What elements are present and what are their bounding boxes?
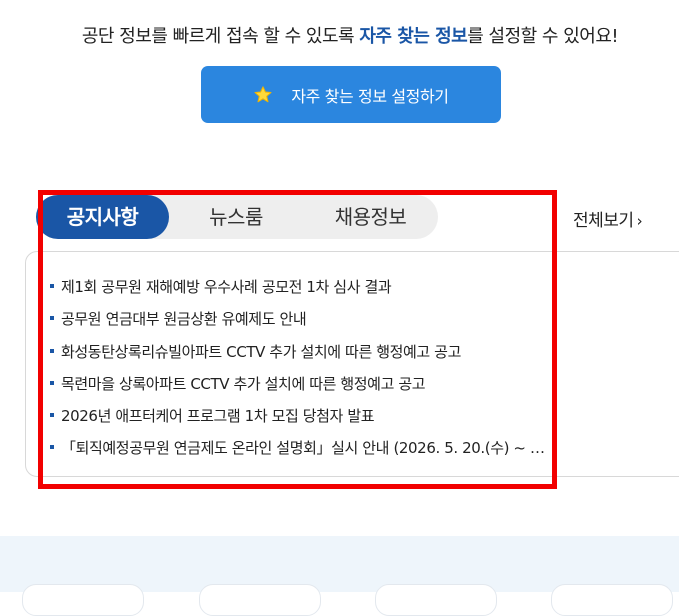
intro-prefix: 공단 정보를 빠르게 접속 할 수 있도록 xyxy=(81,26,360,47)
board-tabs: 공지사항 뉴스룸 채용정보 xyxy=(36,195,438,239)
notice-title: 공무원 연금대부 원금상환 유예제도 안내 xyxy=(61,310,307,329)
view-all-link[interactable]: 전체보기 › xyxy=(573,206,643,231)
intro-suffix: 를 설정할 수 있어요! xyxy=(467,26,619,47)
notice-list: 제1회 공무원 재해예방 우수사례 공모전 1차 심사 결과 공무원 연금대부 … xyxy=(50,275,641,469)
quick-card[interactable] xyxy=(22,584,144,616)
quick-card[interactable] xyxy=(551,584,673,616)
notice-title: 목련마을 상록아파트 CCTV 추가 설치에 따른 행정예고 공고 xyxy=(61,374,426,393)
chevron-right-icon: › xyxy=(636,212,643,230)
notice-item[interactable]: 제1회 공무원 재해예방 우수사례 공모전 1차 심사 결과 xyxy=(50,275,641,307)
bullet-icon xyxy=(50,348,54,353)
quick-card[interactable] xyxy=(199,584,321,616)
notice-item[interactable]: 공무원 연금대부 원금상환 유예제도 안내 xyxy=(50,307,641,339)
favorites-settings-button[interactable]: 자주 찾는 정보 설정하기 xyxy=(201,66,501,123)
notice-title: 「퇴직예정공무원 연금제도 온라인 설명회」실시 안내 (2026. 5. 20… xyxy=(61,439,545,458)
notice-item[interactable]: 「퇴직예정공무원 연금제도 온라인 설명회」실시 안내 (2026. 5. 20… xyxy=(50,436,641,468)
notice-title: 제1회 공무원 재해예방 우수사례 공모전 1차 심사 결과 xyxy=(61,278,392,296)
quick-card[interactable] xyxy=(375,584,497,616)
favorites-settings-label: 자주 찾는 정보 설정하기 xyxy=(291,86,449,106)
notice-item[interactable]: 2026년 애프터케어 프로그램 1차 모집 당첨자 발표 xyxy=(50,404,641,436)
bullet-icon xyxy=(50,284,54,288)
view-all-label: 전체보기 xyxy=(573,211,634,231)
bullet-icon xyxy=(50,316,54,321)
intro-text: 공단 정보를 빠르게 접속 할 수 있도록 자주 찾는 정보를 설정할 수 있어… xyxy=(0,22,679,48)
bullet-icon xyxy=(50,380,54,385)
bullet-icon xyxy=(50,445,54,450)
tab-newsroom[interactable]: 뉴스룸 xyxy=(169,195,303,239)
tab-notices[interactable]: 공지사항 xyxy=(36,195,169,239)
notice-title: 화성동탄상록리슈빌아파트 CCTV 추가 설치에 따른 행정예고 공고 xyxy=(61,342,461,361)
intro-highlight: 자주 찾는 정보 xyxy=(359,26,468,47)
notice-title: 2026년 애프터케어 프로그램 1차 모집 당첨자 발표 xyxy=(61,407,375,426)
tab-recruitment[interactable]: 채용정보 xyxy=(303,195,438,239)
bullet-icon xyxy=(50,413,54,418)
star-icon xyxy=(253,85,273,105)
notice-item[interactable]: 목련마을 상록아파트 CCTV 추가 설치에 따른 행정예고 공고 xyxy=(50,372,641,404)
notice-item[interactable]: 화성동탄상록리슈빌아파트 CCTV 추가 설치에 따른 행정예고 공고 xyxy=(50,340,641,372)
